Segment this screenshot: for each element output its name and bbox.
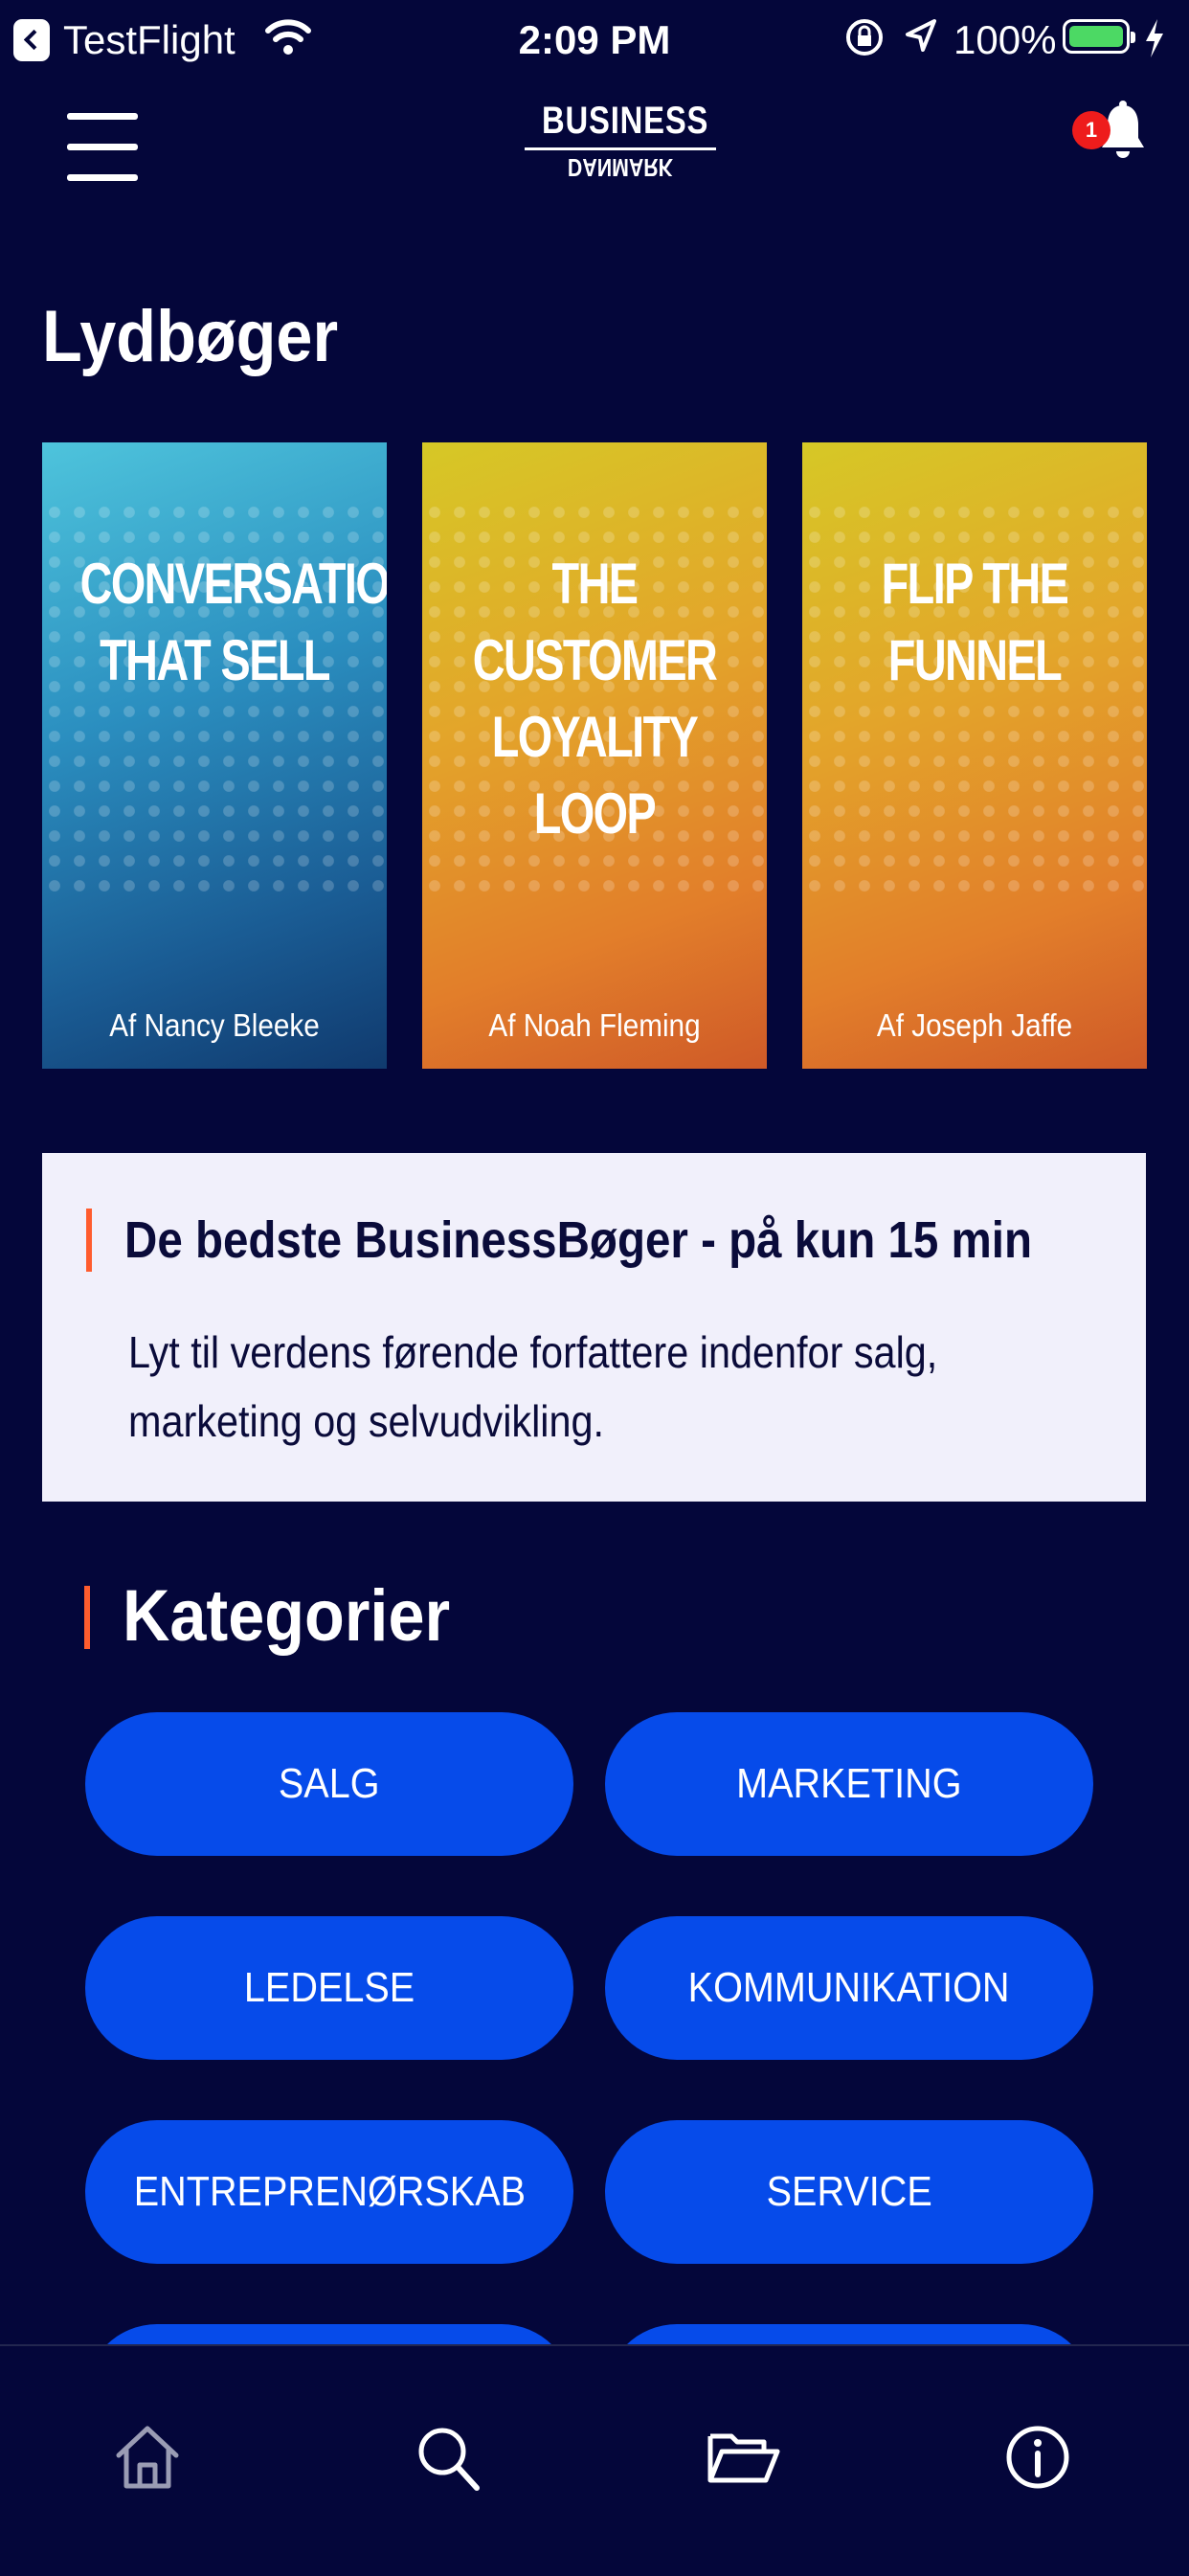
category-label: ENTREPRENØRSKAB <box>133 2168 526 2215</box>
promo-description: Lyt til verdens førende forfattere inden… <box>128 1327 938 1446</box>
category-label: LEDELSE <box>243 1964 415 2011</box>
promo-banner: De bedste BusinessBøger - på kun 15 min … <box>42 1153 1146 1502</box>
category-button-salg[interactable]: SALG <box>85 1712 573 1856</box>
promo-title: De bedste BusinessBøger - på kun 15 min <box>124 1211 1033 1269</box>
business-danmark-logo: BUSINESS DANMARK <box>525 100 716 195</box>
book-title: THE CUSTOMER LOYALITY LOOP <box>472 552 718 846</box>
category-label: SERVICE <box>766 2168 932 2215</box>
logo-bottom-text: DANMARK <box>567 153 674 182</box>
battery-icon <box>1063 19 1135 54</box>
status-bar: TestFlight 2:09 PM 100% <box>0 0 1189 80</box>
accent-bar <box>86 1209 92 1272</box>
search-icon[interactable] <box>412 2421 484 2494</box>
page-title: Lydbøger <box>42 296 339 377</box>
categories-title: Kategorier <box>123 1575 451 1657</box>
accent-bar <box>84 1586 90 1649</box>
book-card[interactable]: THE CUSTOMER LOYALITY LOOP Af Noah Flemi… <box>422 442 767 1069</box>
category-label: MARKETING <box>736 1760 962 1807</box>
folder-icon[interactable] <box>705 2421 781 2494</box>
book-title: CONVERSATIONS THAT SELL <box>79 552 387 692</box>
book-card[interactable]: CONVERSATIONS THAT SELL Af Nancy Bleeke <box>42 442 387 1069</box>
book-author: Af Joseph Jaffe <box>876 1007 1073 1043</box>
charging-bolt-icon <box>1146 19 1163 57</box>
home-icon[interactable] <box>111 2421 184 2494</box>
category-button-ledelse[interactable]: LEDELSE <box>85 1916 573 2060</box>
notification-badge: 1 <box>1072 111 1110 149</box>
category-button-marketing[interactable]: MARKETING <box>605 1712 1093 1856</box>
battery-percent: 100% <box>953 17 1057 62</box>
rotation-lock-icon <box>846 19 883 56</box>
category-button-kommunikation[interactable]: KOMMUNIKATION <box>605 1916 1093 2060</box>
logo-top-text: BUSINESS <box>542 100 709 142</box>
book-author: Af Noah Fleming <box>488 1007 701 1043</box>
menu-button[interactable] <box>67 111 138 184</box>
category-label: SALG <box>279 1760 380 1807</box>
category-button-service[interactable]: SERVICE <box>605 2120 1093 2264</box>
category-label: KOMMUNIKATION <box>688 1964 1010 2011</box>
tab-bar <box>0 2344 1189 2576</box>
info-icon[interactable] <box>1001 2421 1074 2494</box>
book-card[interactable]: FLIP THE FUNNEL Af Joseph Jaffe <box>802 442 1147 1069</box>
category-button-entreprenorskab[interactable]: ENTREPRENØRSKAB <box>85 2120 573 2264</box>
location-arrow-icon <box>906 19 936 52</box>
book-title: FLIP THE FUNNEL <box>881 552 1069 692</box>
book-author: Af Nancy Bleeke <box>109 1007 320 1043</box>
